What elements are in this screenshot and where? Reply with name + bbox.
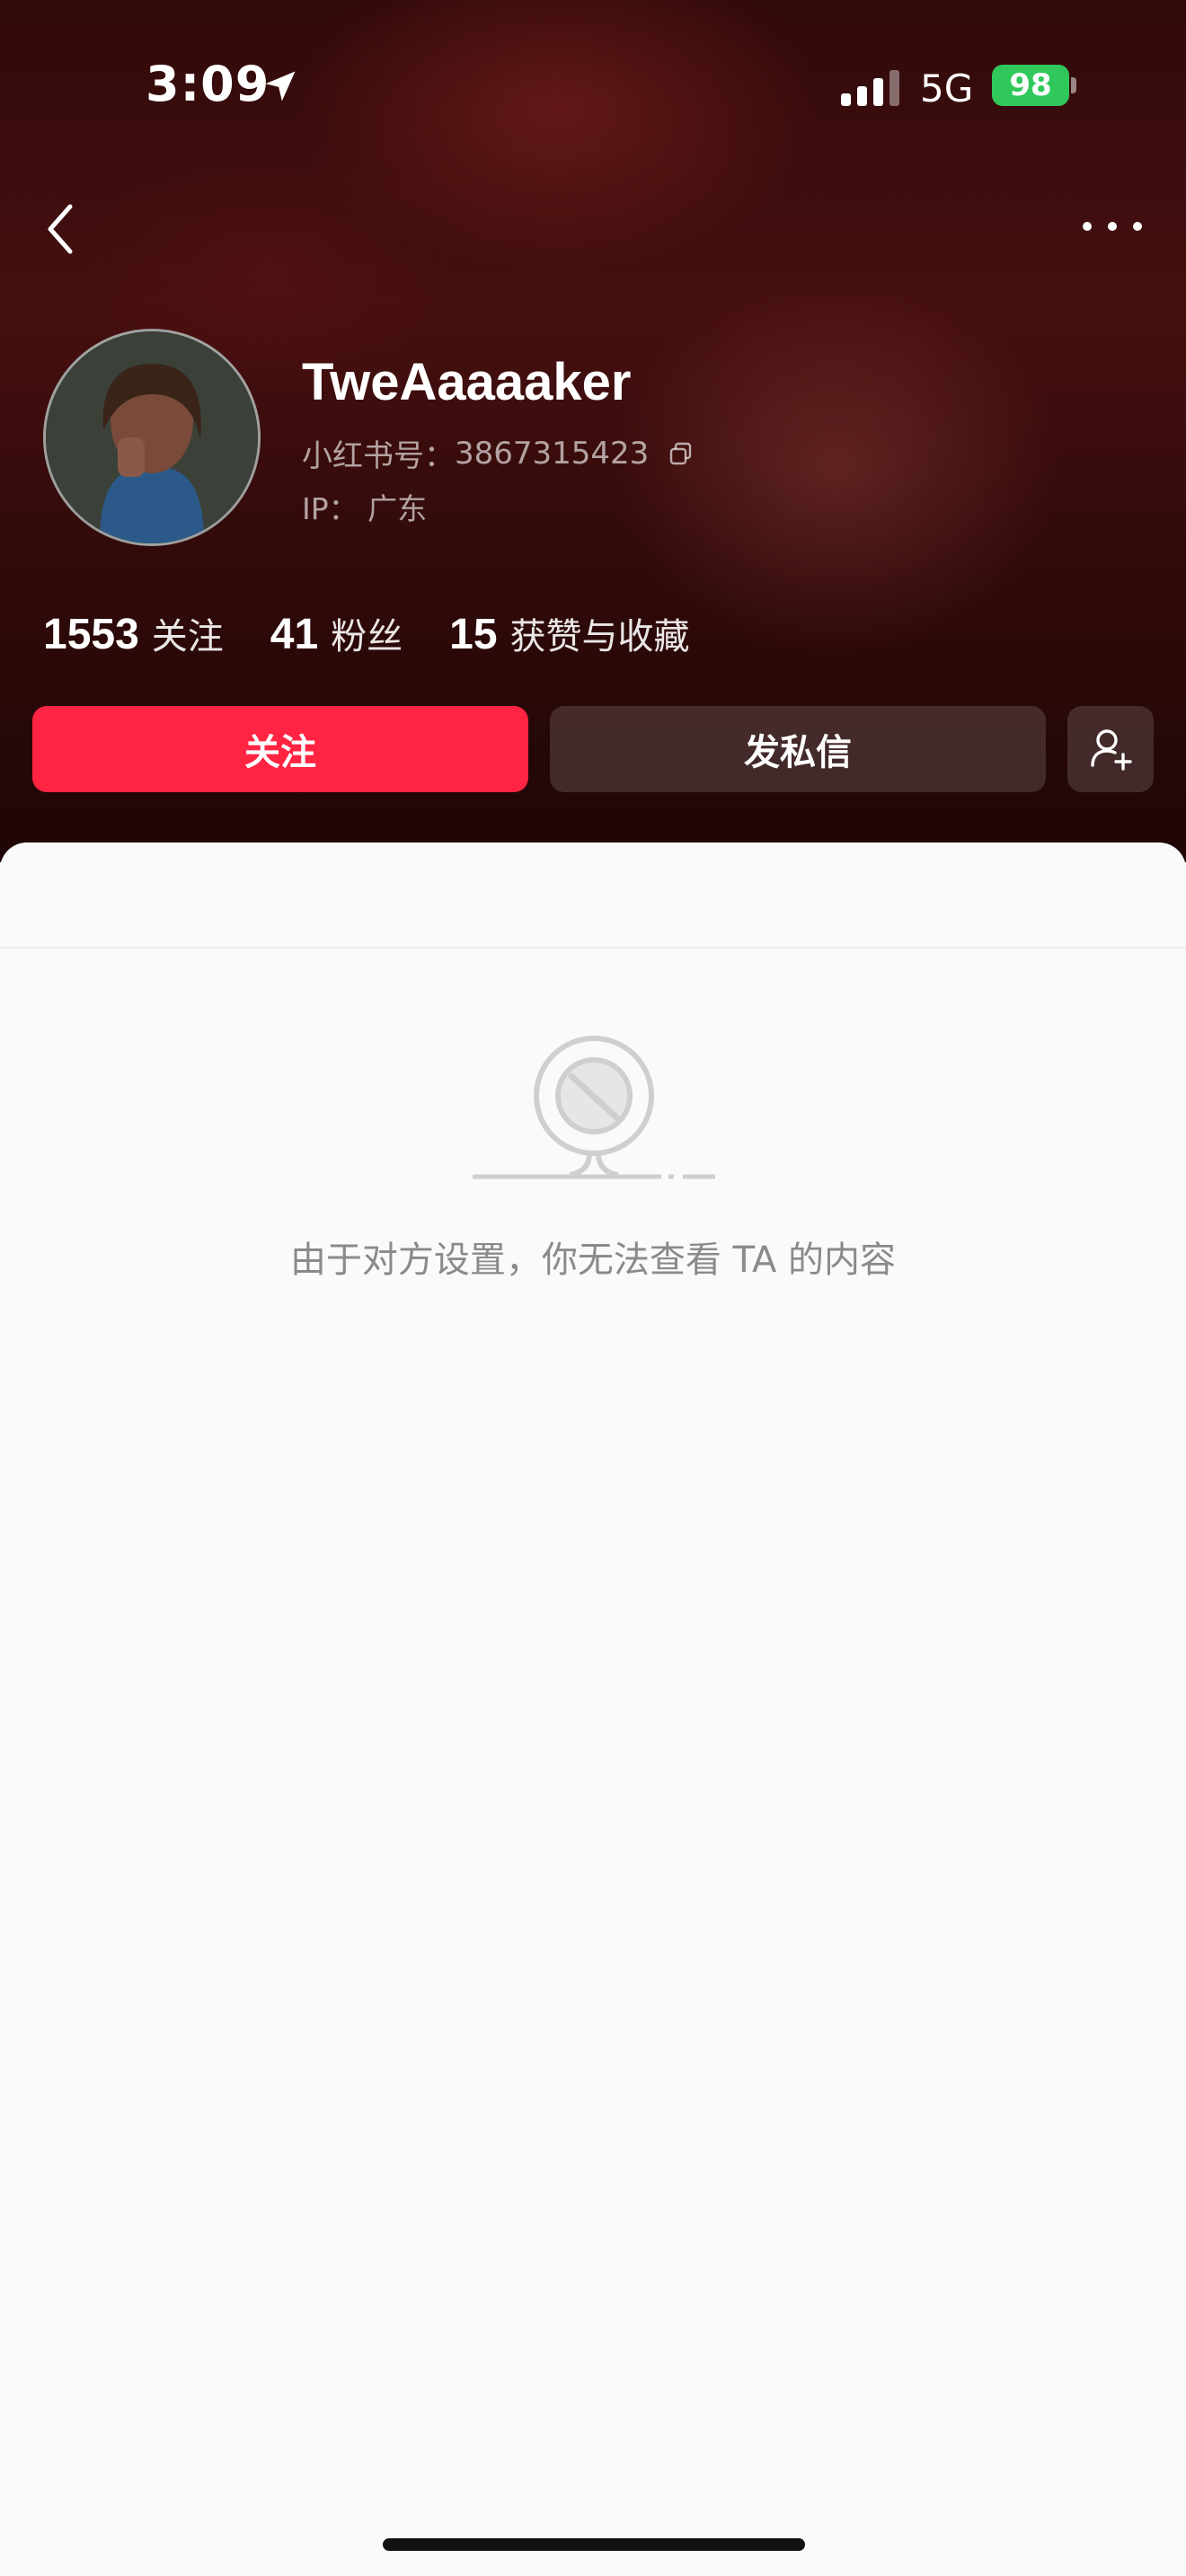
- stat-likes-count: 15: [449, 611, 498, 658]
- battery-cap: [1071, 77, 1076, 93]
- profile-page: 3:09 5G 98 TweAaaaaker 小红书号： 3867315423: [0, 0, 1186, 2576]
- avatar[interactable]: [43, 329, 261, 546]
- red-id-row: 小红书号： 3867315423: [302, 431, 694, 475]
- stat-followers-label: 粉丝: [331, 616, 403, 657]
- signal-icon: [841, 70, 899, 106]
- add-friend-icon: [1091, 729, 1132, 771]
- ip-label: IP：: [302, 491, 358, 526]
- battery-indicator: 98: [992, 65, 1069, 106]
- profile-stats: 1553 关注 41 粉丝 15 获赞与收藏: [43, 607, 737, 659]
- red-id-value: 3867315423: [455, 435, 650, 472]
- blocked-content-icon: [473, 1036, 715, 1179]
- empty-state-message: 由于对方设置，你无法查看 TA 的内容: [289, 1239, 897, 1281]
- content-panel: 由于对方设置，你无法查看 TA 的内容: [0, 842, 1186, 2576]
- home-indicator[interactable]: [383, 2538, 805, 2551]
- network-type: 5G: [920, 66, 974, 110]
- status-time: 3:09: [146, 56, 270, 112]
- copy-icon[interactable]: [668, 441, 694, 466]
- follow-button[interactable]: 关注: [32, 706, 528, 792]
- username: TweAaaaaker: [302, 353, 632, 411]
- location-arrow-icon: [265, 71, 296, 101]
- stat-followers[interactable]: 41 粉丝: [270, 607, 403, 659]
- ip-location: 广东: [367, 491, 428, 526]
- stat-likes-collections[interactable]: 15 获赞与收藏: [449, 607, 689, 659]
- avatar-image: [46, 331, 258, 543]
- stat-following-count: 1553: [43, 611, 139, 658]
- stat-following-label: 关注: [151, 616, 224, 657]
- more-icon[interactable]: [1078, 207, 1146, 246]
- battery-level: 98: [1009, 67, 1052, 103]
- message-button[interactable]: 发私信: [550, 706, 1046, 792]
- red-id-label: 小红书号：: [302, 438, 455, 474]
- ip-location-row: IP： 广东: [302, 485, 427, 528]
- stat-following[interactable]: 1553 关注: [43, 607, 224, 659]
- back-icon[interactable]: [36, 198, 90, 260]
- add-friend-button[interactable]: [1067, 706, 1154, 792]
- stat-followers-count: 41: [270, 611, 319, 658]
- tab-divider: [0, 947, 1186, 948]
- stat-likes-label: 获赞与收藏: [509, 616, 690, 657]
